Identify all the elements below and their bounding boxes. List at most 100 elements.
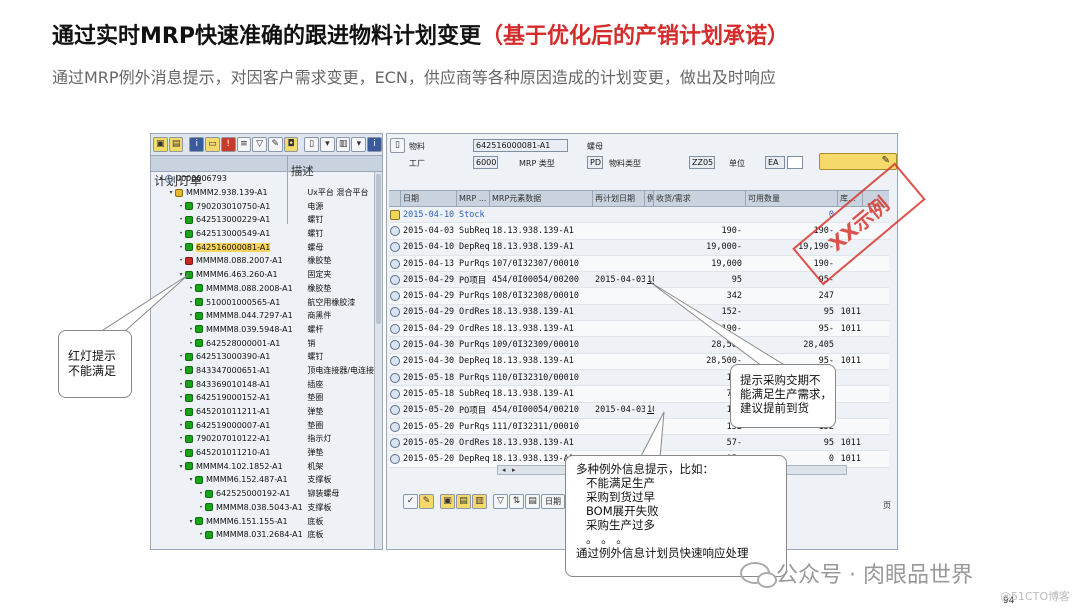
element-detail-icon[interactable]	[390, 307, 400, 318]
grid-col-header[interactable]: 例.	[645, 191, 654, 206]
expand-arrow-icon[interactable]: ▾	[177, 271, 185, 278]
date-button[interactable]: 日期	[541, 494, 565, 509]
info-icon[interactable]: i	[189, 137, 205, 152]
tree-row[interactable]: • 510001000565-A1 航空用橡胶漆	[151, 295, 374, 309]
tree-row[interactable]: ▾ MMMM6.151.155-A1 底板	[151, 514, 374, 528]
help-icon[interactable]: i	[367, 137, 382, 152]
unit-extra-field[interactable]	[787, 156, 803, 169]
grid-col-header[interactable]: 可用数量	[746, 191, 838, 206]
grid-col-header[interactable]: MRP ...	[457, 191, 490, 206]
expand-arrow-icon[interactable]: ▾	[167, 189, 175, 196]
tree-row[interactable]: • 843347000651-A1 顶电连接器/电连接器	[151, 364, 374, 378]
tree-row[interactable]: • MMMM8.044.7297-A1 商黑件	[151, 309, 374, 323]
select-icon[interactable]: ✓	[403, 494, 418, 509]
tree-row[interactable]: • MMMM8.088.2007-A1 橡胶垫	[151, 254, 374, 268]
bag-icon[interactable]: ◘	[283, 137, 299, 152]
tree-row[interactable]: • 642519000007-A1 垫圈	[151, 418, 374, 432]
tree-row[interactable]: • 642525000192-A1 铆装螺母	[151, 487, 374, 501]
material-field[interactable]: 642516000081-A1	[473, 139, 568, 152]
tree-row[interactable]: • MMMM8.038.5043-A1 支撑板	[151, 501, 374, 515]
tree-row[interactable]: ▾ 0000006793	[151, 172, 374, 186]
material-type-field[interactable]: ZZ05	[689, 156, 715, 169]
tree-row[interactable]: • 642513000390-A1 螺钉	[151, 350, 374, 364]
dropdown-icon[interactable]: ▾	[351, 137, 367, 152]
tree-row[interactable]: • 642513000229-A1 螺钉	[151, 213, 374, 227]
tree-row[interactable]: • 790207010122-A1 指示灯	[151, 432, 374, 446]
tree-row[interactable]: ▾ MMMM6.152.487-A1 支撑板	[151, 473, 374, 487]
group3-icon[interactable]: ▥	[472, 494, 487, 509]
element-detail-icon[interactable]	[390, 454, 400, 465]
edit-button[interactable]: ✎	[819, 153, 897, 170]
group2-icon[interactable]: ▤	[456, 494, 471, 509]
mrp-grid-row[interactable]: 2015-04-10 Stock 0	[389, 207, 889, 224]
element-detail-icon[interactable]	[390, 437, 400, 448]
grid-col-header[interactable]: 收货/需求	[654, 191, 746, 206]
grid-cell-date: 2015-04-10	[403, 242, 455, 253]
tree-scrollbar[interactable]	[374, 172, 382, 549]
columns-icon[interactable]: ▥	[335, 137, 351, 152]
element-detail-icon[interactable]	[390, 340, 400, 351]
folder-icon[interactable]: ▭	[205, 137, 220, 152]
grid-col-header[interactable]: 日期	[401, 191, 457, 206]
tree-row[interactable]: • MMMM8.039.5948-A1 螺杆	[151, 323, 374, 337]
grid-col-header[interactable]: MRP元素数据	[490, 191, 593, 206]
document-icon[interactable]: ▯	[390, 138, 405, 153]
expand-arrow-icon[interactable]: ▾	[157, 175, 165, 182]
tree-row[interactable]: • 790203010750-A1 电源	[151, 199, 374, 213]
element-detail-icon[interactable]	[390, 242, 400, 253]
print-icon[interactable]: ▤	[525, 494, 540, 509]
tree-row[interactable]: ▾ MMMM4.102.1852-A1 机架	[151, 459, 374, 473]
page-icon[interactable]: ▯	[304, 137, 320, 152]
unit-field[interactable]: EA	[765, 156, 785, 169]
sort-icon[interactable]: ⇅	[509, 494, 524, 509]
tree-row[interactable]: • MMMM8.031.2684-A1 底板	[151, 528, 374, 542]
tree-row[interactable]: • 645201011211-A1 弹垫	[151, 405, 374, 419]
expand-icon[interactable]: ▣	[153, 137, 168, 152]
mrp-grid-row[interactable]: 2015-04-30 PurRqs 109/0I32309/00010 28,500 2…	[389, 337, 889, 354]
mrp-grid-row[interactable]: 2015-04-29 PurRqs 108/0I32308/00010 342 247	[389, 288, 889, 305]
element-detail-icon[interactable]	[390, 421, 400, 432]
callout-red-light: 红灯提示 不能满足	[58, 330, 132, 398]
tree-row[interactable]: • 645201011210-A1 弹垫	[151, 446, 374, 460]
collapse-icon[interactable]: ▤	[168, 137, 184, 152]
tree-row[interactable]: • 642516000081-A1 螺母	[151, 240, 374, 254]
tree-row[interactable]: • 642519000152-A1 垫圈	[151, 391, 374, 405]
element-detail-icon[interactable]	[390, 274, 400, 285]
element-detail-icon[interactable]	[390, 405, 400, 416]
element-detail-icon[interactable]	[390, 388, 400, 399]
mrp-grid-row[interactable]: 2015-04-29 OrdRes 18.13.938.139-A1 152- 95 10…	[389, 305, 889, 322]
element-detail-icon[interactable]	[390, 258, 400, 269]
tree-row[interactable]: • 642513000549-A1 螺钉	[151, 227, 374, 241]
element-detail-icon[interactable]	[390, 323, 400, 334]
tree-row[interactable]: • MMMM8.088.2008-A1 橡胶垫	[151, 282, 374, 296]
element-detail-icon[interactable]	[390, 372, 400, 383]
expand-arrow-icon[interactable]: ▾	[187, 476, 195, 483]
scroll-left-icon[interactable]: ◂	[502, 466, 506, 474]
scroll-right-icon[interactable]: ▸	[512, 466, 516, 474]
element-detail-icon[interactable]	[390, 291, 400, 302]
mrp-type-field[interactable]: PD	[587, 156, 603, 169]
tree-row[interactable]: ▾ MMMM6.463.260-A1 固定夹	[151, 268, 374, 282]
group-icon[interactable]: ▣	[440, 494, 455, 509]
tree-row[interactable]: ▾ MMMM2.938.139-A1 Ux平台 混合平台	[151, 186, 374, 200]
filter-icon[interactable]: ▽	[493, 494, 508, 509]
grid-cell-data: 108/0I32308/00010	[492, 291, 579, 302]
mrp-grid-row[interactable]: 2015-04-29 OrdRes 18.13.938.139-A1 190- 95- 1…	[389, 321, 889, 338]
tree-row[interactable]: • 642528000001-A1 销	[151, 336, 374, 350]
expand-arrow-icon[interactable]: ▾	[177, 463, 185, 470]
expand-arrow-icon[interactable]: ▾	[187, 518, 195, 525]
grid-col-header[interactable]: 再计划日期	[593, 191, 645, 206]
tree-row[interactable]: • 843369010148-A1 插座	[151, 377, 374, 391]
tools-icon[interactable]: ✎	[267, 137, 283, 152]
dropdown-icon[interactable]: ▾	[320, 137, 335, 152]
list-icon[interactable]: ≡	[236, 137, 252, 152]
grid-col-header[interactable]	[389, 191, 401, 206]
plant-field[interactable]: 6000	[473, 156, 498, 169]
alert-icon[interactable]: !	[220, 137, 236, 152]
edit-icon[interactable]: ✎	[419, 494, 434, 509]
element-detail-icon[interactable]	[390, 225, 400, 236]
mrp-grid-row[interactable]: 2015-05-20 OrdRes 18.13.938.139-A1 57- 95 101…	[389, 435, 889, 452]
stock-icon[interactable]	[390, 209, 400, 220]
filter-icon[interactable]: ▽	[252, 137, 267, 152]
element-detail-icon[interactable]	[390, 356, 400, 367]
